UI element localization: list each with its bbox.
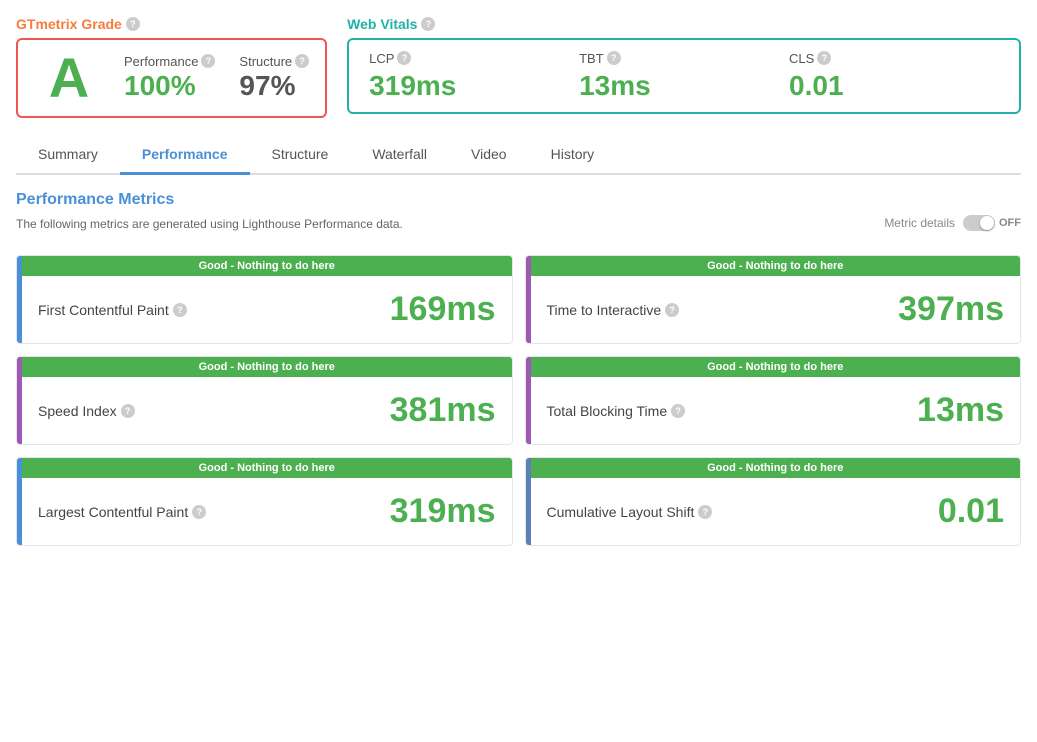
metric-value-cls: 0.01 (938, 492, 1004, 531)
gtmetrix-help-icon[interactable]: ? (126, 17, 140, 31)
metric-card-cls: Good - Nothing to do here Cumulative Lay… (525, 457, 1022, 546)
vital-tbt-value: 13ms (579, 70, 789, 102)
metric-content-tbt: Good - Nothing to do here Total Blocking… (531, 357, 1021, 444)
metric-card-si: Good - Nothing to do here Speed Index ? … (16, 356, 513, 445)
structure-help-icon[interactable]: ? (295, 54, 309, 68)
metric-details-label: Metric details (884, 216, 955, 230)
metric-status-fcp: Good - Nothing to do here (22, 256, 512, 276)
metric-name-lcp: Largest Contentful Paint ? (38, 504, 206, 520)
metric-card-tbt: Good - Nothing to do here Total Blocking… (525, 356, 1022, 445)
grade-letter: A (34, 50, 104, 106)
vital-tbt: TBT ? 13ms (579, 51, 789, 102)
metric-body-tti: Time to Interactive ? 397ms (531, 276, 1021, 343)
section-description: The following metrics are generated usin… (16, 217, 403, 231)
tabs: Summary Performance Structure Waterfall … (16, 136, 1021, 175)
metric-details-row: Metric details OFF (884, 215, 1021, 231)
metric-name-cls: Cumulative Layout Shift ? (547, 504, 713, 520)
metric-status-lcp: Good - Nothing to do here (22, 458, 512, 478)
tab-waterfall[interactable]: Waterfall (350, 136, 449, 175)
metric-value-lcp: 319ms (390, 492, 496, 531)
tab-video[interactable]: Video (449, 136, 529, 175)
metric-body-fcp: First Contentful Paint ? 169ms (22, 276, 512, 343)
performance-metric-item: Performance ? 100% (124, 54, 215, 103)
metric-body-lcp: Largest Contentful Paint ? 319ms (22, 478, 512, 545)
lcp-help-icon[interactable]: ? (397, 51, 411, 65)
cls-help-icon2[interactable]: ? (698, 505, 712, 519)
metric-card-fcp: Good - Nothing to do here First Contentf… (16, 255, 513, 344)
metric-value-si: 381ms (390, 391, 496, 430)
metric-status-si: Good - Nothing to do here (22, 357, 512, 377)
tab-history[interactable]: History (529, 136, 617, 175)
toggle-switch[interactable]: OFF (963, 215, 1021, 231)
cls-help-icon[interactable]: ? (817, 51, 831, 65)
metric-value-tti: 397ms (898, 290, 1004, 329)
web-vitals-help-icon[interactable]: ? (421, 17, 435, 31)
web-vitals-label: Web Vitals ? (347, 16, 1021, 32)
metric-name-si: Speed Index ? (38, 403, 135, 419)
metric-body-si: Speed Index ? 381ms (22, 377, 512, 444)
metric-content-cls: Good - Nothing to do here Cumulative Lay… (531, 458, 1021, 545)
vital-cls: CLS ? 0.01 (789, 51, 999, 102)
vital-cls-value: 0.01 (789, 70, 999, 102)
metric-name-fcp: First Contentful Paint ? (38, 302, 187, 318)
gtmetrix-grade-title: GTmetrix Grade (16, 16, 122, 32)
tti-help-icon[interactable]: ? (665, 303, 679, 317)
metric-status-cls: Good - Nothing to do here (531, 458, 1021, 478)
metric-content-si: Good - Nothing to do here Speed Index ? … (22, 357, 512, 444)
tab-performance[interactable]: Performance (120, 136, 250, 175)
metric-content-lcp: Good - Nothing to do here Largest Conten… (22, 458, 512, 545)
metrics-grid: Good - Nothing to do here First Contentf… (16, 255, 1021, 546)
performance-metrics-section: Performance Metrics The following metric… (16, 191, 1021, 546)
metric-name-tbt: Total Blocking Time ? (547, 403, 686, 419)
tab-summary[interactable]: Summary (16, 136, 120, 175)
toggle-track[interactable] (963, 215, 995, 231)
metric-status-tbt: Good - Nothing to do here (531, 357, 1021, 377)
metric-value-fcp: 169ms (390, 290, 496, 329)
metric-name-tti: Time to Interactive ? (547, 302, 680, 318)
metric-value-tbt: 13ms (917, 391, 1004, 430)
performance-label: Performance ? (124, 54, 215, 69)
structure-metric-item: Structure ? 97% (239, 54, 309, 103)
metric-card-lcp: Good - Nothing to do here Largest Conten… (16, 457, 513, 546)
metric-body-cls: Cumulative Layout Shift ? 0.01 (531, 478, 1021, 545)
metric-body-tbt: Total Blocking Time ? 13ms (531, 377, 1021, 444)
vital-lcp-label: LCP ? (369, 51, 579, 66)
structure-label: Structure ? (239, 54, 309, 69)
vital-lcp: LCP ? 319ms (369, 51, 579, 102)
metric-content-fcp: Good - Nothing to do here First Contentf… (22, 256, 512, 343)
web-vitals-section: Web Vitals ? LCP ? 319ms TBT ? 13ms (347, 16, 1021, 118)
tbt-help-icon2[interactable]: ? (671, 404, 685, 418)
performance-value: 100% (124, 69, 196, 103)
tab-structure[interactable]: Structure (250, 136, 351, 175)
header-row: GTmetrix Grade ? A Performance ? 100% St… (16, 16, 1021, 118)
toggle-knob (980, 216, 994, 230)
metric-status-tti: Good - Nothing to do here (531, 256, 1021, 276)
web-vitals-box: LCP ? 319ms TBT ? 13ms CLS ? 0.01 (347, 38, 1021, 114)
metric-card-tti: Good - Nothing to do here Time to Intera… (525, 255, 1022, 344)
lcp-help-icon2[interactable]: ? (192, 505, 206, 519)
fcp-help-icon[interactable]: ? (173, 303, 187, 317)
structure-value: 97% (239, 69, 295, 103)
section-title: Performance Metrics (16, 191, 1021, 209)
toggle-state: OFF (999, 217, 1021, 229)
gtmetrix-grade-section: GTmetrix Grade ? A Performance ? 100% St… (16, 16, 327, 118)
vital-cls-label: CLS ? (789, 51, 999, 66)
metric-content-tti: Good - Nothing to do here Time to Intera… (531, 256, 1021, 343)
performance-help-icon[interactable]: ? (201, 54, 215, 68)
gtmetrix-grade-label: GTmetrix Grade ? (16, 16, 327, 32)
tbt-help-icon[interactable]: ? (607, 51, 621, 65)
vital-tbt-label: TBT ? (579, 51, 789, 66)
grade-box: A Performance ? 100% Structure ? 97% (16, 38, 327, 118)
si-help-icon[interactable]: ? (121, 404, 135, 418)
grade-metrics: Performance ? 100% Structure ? 97% (124, 54, 309, 103)
vital-lcp-value: 319ms (369, 70, 579, 102)
